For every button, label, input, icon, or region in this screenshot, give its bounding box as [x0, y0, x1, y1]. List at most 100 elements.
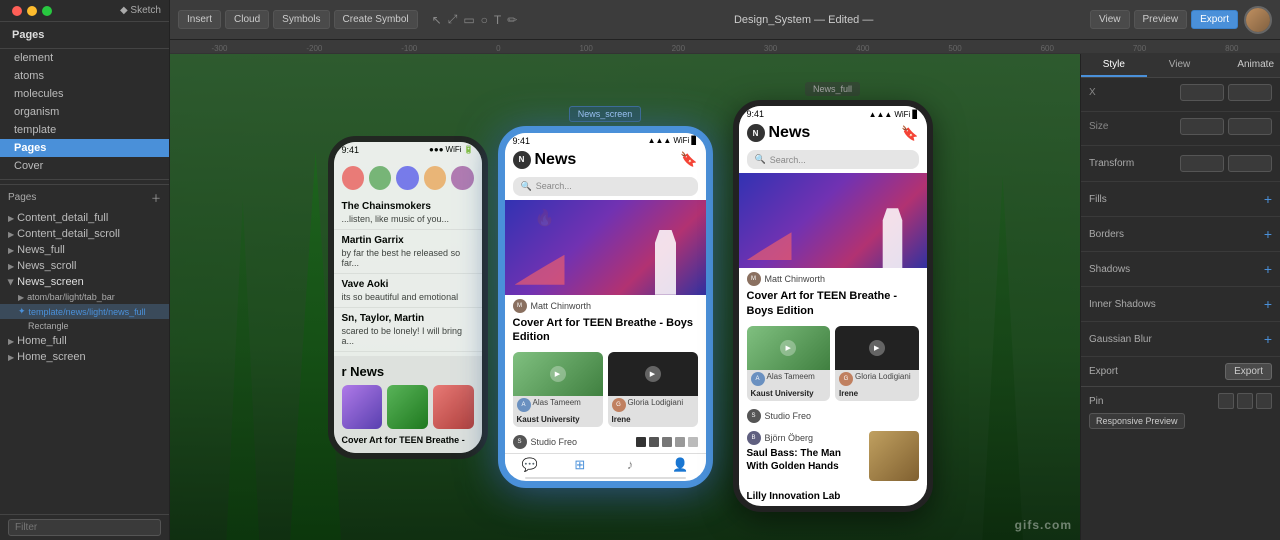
create-symbol-button[interactable]: Create Symbol	[334, 10, 418, 29]
inspector-tab-view[interactable]: View	[1147, 54, 1213, 77]
sidebar-item-organism[interactable]: organism	[0, 103, 169, 121]
filter-bar[interactable]	[0, 514, 169, 540]
sidebar-item-template[interactable]: template	[0, 121, 169, 139]
height-input[interactable]	[1228, 118, 1272, 135]
tab-profile[interactable]: 👤	[655, 458, 705, 471]
layers-label: Pages	[8, 192, 36, 203]
pin-lock[interactable]	[1237, 393, 1253, 409]
scale-tool-icon[interactable]: ⤢	[448, 12, 458, 27]
toolbar: Insert Cloud Symbols Create Symbol ↖ ⤢ ▭…	[170, 0, 1280, 40]
inner-shadows-section[interactable]: Inner Shadows +	[1081, 287, 1280, 322]
maximize-button[interactable]	[42, 6, 52, 16]
layer-content-detail-full[interactable]: ▶ Content_detail_full	[0, 210, 169, 226]
view-button[interactable]: View	[1090, 10, 1130, 29]
animate-button[interactable]: Animate	[1212, 54, 1280, 77]
layer-news-screen[interactable]: ▶ News_screen	[0, 274, 169, 290]
traffic-lights[interactable]	[8, 6, 56, 16]
home-icon: ⊞	[574, 458, 585, 471]
add-border-button[interactable]: +	[1264, 226, 1272, 242]
y-input[interactable]	[1228, 84, 1272, 101]
search-bar-right[interactable]: 🔍 Search...	[747, 150, 919, 169]
add-blur-button[interactable]: +	[1264, 331, 1272, 347]
responsive-preview-button[interactable]: Responsive Preview	[1089, 413, 1185, 429]
tab-home[interactable]: ⊞	[555, 458, 605, 471]
user-avatar[interactable]	[1244, 6, 1272, 34]
rectangle-tool-icon[interactable]: ▭	[463, 13, 474, 27]
inspector-panel: Style View Animate X Size	[1080, 54, 1280, 540]
blur-section[interactable]: Gaussian Blur +	[1081, 322, 1280, 357]
insert-button[interactable]: Insert	[178, 10, 221, 29]
oval-tool-icon[interactable]: ○	[481, 13, 488, 27]
partial-article-title: Cover Art for TEEN Breathe -	[342, 435, 474, 445]
pin-toggle[interactable]	[1218, 393, 1234, 409]
search-bar-center[interactable]: 🔍 Search...	[513, 177, 698, 196]
layer-news-scroll[interactable]: ▶ News_scroll	[0, 258, 169, 274]
studio-row-center: S Studio Freo	[505, 431, 706, 453]
sidebar-item-pages-active[interactable]: Pages	[0, 139, 169, 157]
add-fill-button[interactable]: +	[1264, 191, 1272, 207]
export-action-button[interactable]: Export	[1225, 363, 1272, 380]
export-section: Export Export	[1081, 357, 1280, 386]
layer-home-screen[interactable]: ▶ Home_screen	[0, 349, 169, 365]
transform-y-input[interactable]	[1228, 155, 1272, 172]
article-3-title: Lilly Innovation Lab	[747, 491, 919, 502]
layer-news-full[interactable]: ▶ News_full	[0, 242, 169, 258]
move-tool-icon[interactable]: ↖	[432, 13, 442, 27]
sidebar-item-element[interactable]: element	[0, 49, 169, 67]
news-icon-right: N	[747, 124, 765, 142]
inspector-tabs[interactable]: Style View Animate	[1081, 54, 1280, 78]
sidebar-item-pages[interactable]: Pages	[6, 26, 163, 44]
layer-tab-bar[interactable]: ▶ atom/bar/light/tab_bar	[0, 290, 169, 304]
bookmark-icon-right: 🔖	[901, 125, 918, 142]
pin-controls[interactable]	[1218, 393, 1272, 409]
layer-rectangle[interactable]: Rectangle	[0, 319, 169, 333]
sidebar-item-cover[interactable]: Cover	[0, 157, 169, 175]
fills-section[interactable]: Fills +	[1081, 182, 1280, 217]
transform-x-input[interactable]	[1180, 155, 1224, 172]
add-shadow-button[interactable]: +	[1264, 261, 1272, 277]
text-tool-icon[interactable]: T	[494, 13, 501, 27]
tab-music[interactable]: ♪	[605, 458, 655, 471]
pin-resize[interactable]	[1256, 393, 1272, 409]
add-page-button[interactable]: ＋	[151, 190, 161, 205]
preview-button[interactable]: Preview	[1134, 10, 1188, 29]
document-title: Design_System — Edited —	[523, 14, 1084, 26]
tab-bar-center[interactable]: 💬 ⊞ ♪ 👤	[505, 453, 706, 475]
tab-bubble[interactable]: 💬	[505, 458, 555, 471]
borders-section[interactable]: Borders +	[1081, 217, 1280, 252]
news-title-center: News	[535, 151, 577, 169]
article-title-center: Cover Art for TEEN Breathe - Boys Editio…	[505, 314, 706, 349]
export-button[interactable]: Export	[1191, 10, 1238, 29]
card-play-2-right: ▶	[869, 340, 885, 356]
width-input[interactable]	[1180, 118, 1224, 135]
cloud-button[interactable]: Cloud	[225, 10, 269, 29]
close-button[interactable]	[12, 6, 22, 16]
canvas[interactable]: 9:41 ●●● WiFi 🔋	[170, 54, 1080, 540]
layer-news-full-template[interactable]: ✦ template/news/light/news_full	[0, 304, 169, 319]
card-2-img: ▶	[608, 352, 698, 396]
shadows-section[interactable]: Shadows +	[1081, 252, 1280, 287]
left-sidebar: ◆ Sketch Pages element atoms molecules o…	[0, 0, 170, 540]
filter-input[interactable]	[8, 519, 161, 536]
vector-tool-icon[interactable]: ✏	[507, 13, 517, 27]
blur-label: Gaussian Blur	[1089, 334, 1152, 345]
inspector-tab-style[interactable]: Style	[1081, 54, 1147, 77]
add-inner-shadow-button[interactable]: +	[1264, 296, 1272, 312]
frame-label-right: News_full	[805, 82, 860, 96]
sidebar-item-molecules[interactable]: molecules	[0, 85, 169, 103]
cards-row-center: ▶ A Alas Tameem Kaust University	[505, 348, 706, 431]
article-3-right: Lilly Innovation Lab	[739, 487, 927, 506]
card-1-avatar-right: A	[751, 372, 765, 386]
sidebar-item-atoms[interactable]: atoms	[0, 67, 169, 85]
card-1-img-right: ▶	[747, 326, 831, 370]
card-2-meta-right: G Gloria Lodigiani	[835, 370, 919, 388]
layer-home-full[interactable]: ▶ Home_full	[0, 333, 169, 349]
symbols-button[interactable]: Symbols	[273, 10, 329, 29]
fills-label: Fills	[1089, 194, 1107, 205]
layer-content-detail-scroll[interactable]: ▶ Content_detail_scroll	[0, 226, 169, 242]
minimize-button[interactable]	[27, 6, 37, 16]
card-2-img-right: ▶	[835, 326, 919, 370]
phone-right: 9:41 ▲▲▲ WiFi ▊ N News	[733, 100, 933, 512]
size-section: Size	[1081, 112, 1280, 146]
x-input[interactable]	[1180, 84, 1224, 101]
